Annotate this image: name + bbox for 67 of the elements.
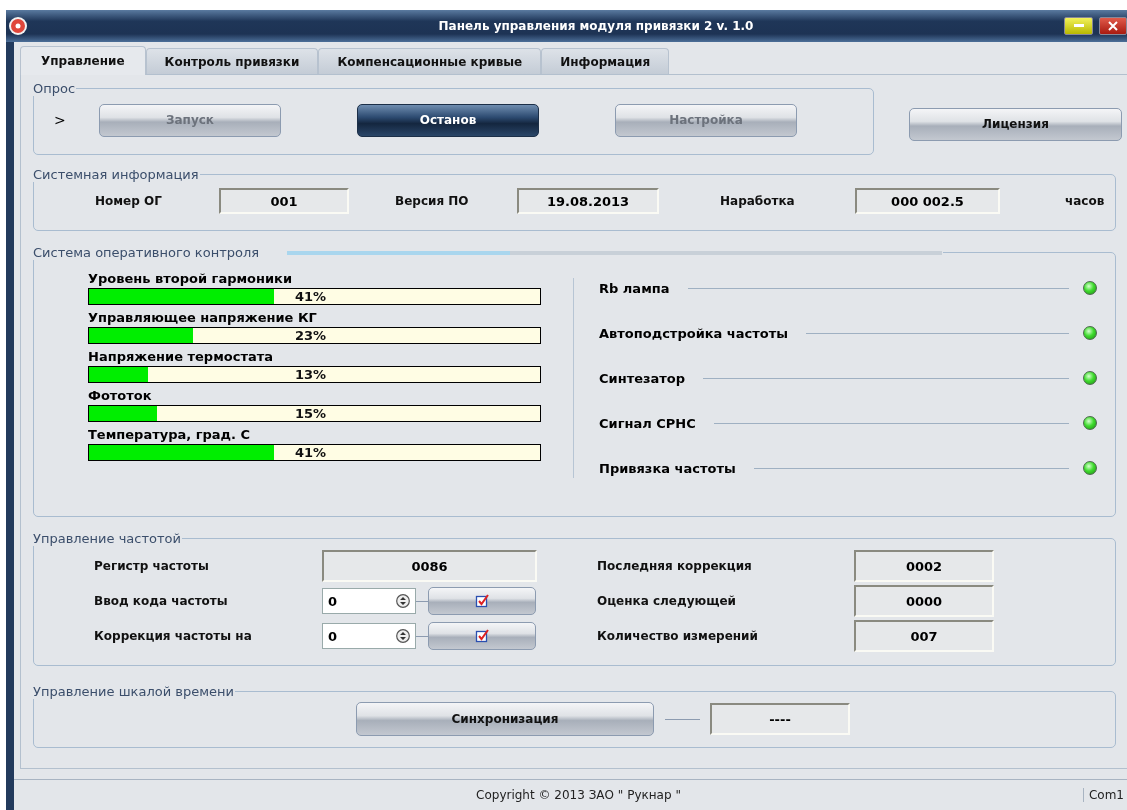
leader-line [416, 635, 428, 637]
meter-label: Фототок [88, 387, 152, 405]
apply-button[interactable] [428, 587, 536, 615]
field-label: Последняя коррекция [597, 559, 753, 573]
indicator-label: Автоподстройка частоты [599, 325, 789, 341]
tab[interactable]: Информация [541, 48, 670, 74]
field-label: Оценка следующей [597, 594, 737, 608]
readonly-field: 000 002.5 [855, 188, 1000, 214]
meter-label: Напряжение термостата [88, 348, 273, 366]
leader-line [665, 718, 700, 720]
group-title: Системная информация [33, 167, 199, 182]
readonly-field: 0002 [854, 550, 994, 582]
readonly-field: ---- [710, 703, 850, 735]
apply-button[interactable] [428, 622, 536, 650]
meter-reading: 23% [294, 328, 327, 343]
field-label: Наработка [720, 194, 796, 208]
tab[interactable]: Управление [20, 46, 146, 75]
window-title: Панель управления модуля привязки 2 v. 1.0 [437, 19, 755, 33]
group-title: Опрос [33, 81, 76, 96]
field-label: Номер ОГ [95, 194, 163, 208]
close-button[interactable] [1099, 17, 1127, 35]
indicator-label: Сигнал СРНС [599, 415, 696, 431]
tab[interactable]: Контроль привязки [145, 48, 319, 74]
minimize-button[interactable] [1064, 17, 1093, 35]
checked-document-icon [475, 629, 489, 643]
spin-arrows-icon [396, 594, 410, 608]
indicator-label: Привязка частоты [599, 460, 736, 476]
field-label: Ввод кода частоты [94, 594, 229, 608]
readonly-field: 007 [854, 620, 994, 652]
spin-box[interactable]: 0 [322, 623, 416, 649]
meter-reading: 41% [294, 445, 327, 460]
step-marker: > [54, 112, 67, 128]
meter-label: Уровень второй гармоники [88, 270, 293, 288]
meter-reading: 15% [294, 406, 327, 421]
leader-line [416, 600, 428, 602]
meter-reading: 13% [294, 367, 327, 382]
field-label: Регистр частоты [94, 559, 210, 573]
checked-document-icon [475, 594, 489, 608]
readonly-field: 0000 [854, 585, 994, 617]
port-label: Com1 [1082, 788, 1127, 802]
copyright-text: Copyright © 2013 ЗАО " Рукнар " [475, 788, 682, 802]
field-label: Версия ПО [395, 194, 470, 208]
app-icon [8, 16, 28, 36]
spin-box[interactable]: 0 [322, 588, 416, 614]
field-label: Количество измерений [597, 629, 759, 643]
meter-reading: 41% [294, 289, 327, 304]
readonly-field: 001 [219, 188, 349, 214]
indicator-label: Rb лампа [599, 280, 670, 296]
unit-label: часов [1065, 194, 1105, 208]
spin-value: 0 [328, 628, 338, 644]
group-title: Управление частотой [33, 531, 181, 546]
group-title: Управление шкалой времени [33, 684, 234, 699]
meter-label: Температура, град. С [88, 426, 251, 444]
readonly-field: 0086 [322, 550, 537, 582]
tab[interactable]: Компенсационные кривые [318, 48, 542, 74]
close-icon [1107, 20, 1119, 32]
poll-button[interactable]: Останов [357, 103, 539, 137]
group-title: Система оперативного контроля [33, 245, 260, 260]
readonly-field: 19.08.2013 [517, 188, 659, 214]
field-label: Коррекция частоты на [94, 629, 253, 643]
minimize-icon [1073, 24, 1084, 28]
spin-arrows-icon [396, 629, 410, 643]
license-button[interactable]: Лицензия [909, 107, 1122, 141]
meter-label: Управляющее напряжение КГ [88, 309, 317, 327]
spin-value: 0 [328, 593, 338, 609]
indicator-label: Синтезатор [599, 370, 686, 386]
sync-button[interactable]: Синхронизация [356, 702, 654, 736]
